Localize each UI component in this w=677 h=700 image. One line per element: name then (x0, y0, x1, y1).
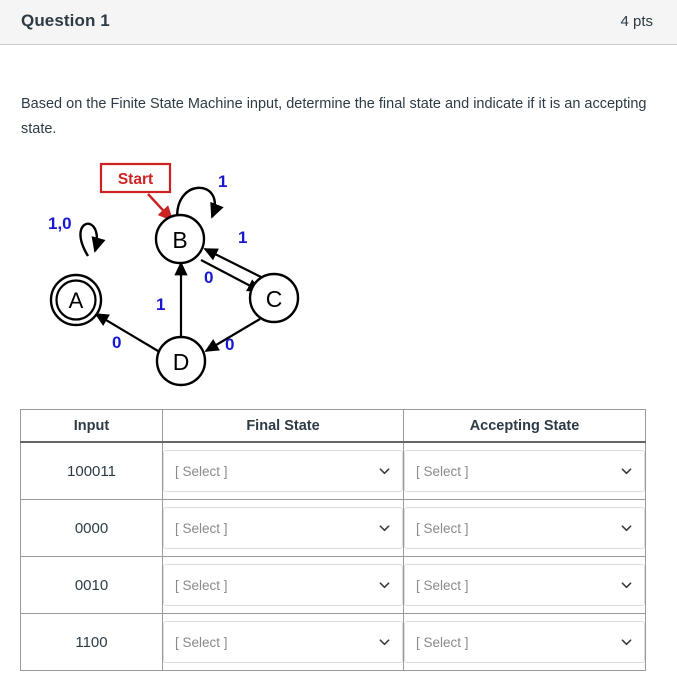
accepting-state-cell: [ Select ] (403, 499, 646, 557)
column-header-final-state: Final State (162, 409, 404, 443)
state-label-c: C (266, 286, 283, 312)
final-state-select-label: [ Select ] (175, 577, 228, 593)
transition-c-to-b: 1 (203, 228, 266, 280)
accepting-state-select-label: [ Select ] (416, 577, 469, 593)
transition-c-to-d: 0 (204, 318, 261, 354)
accepting-state-cell: [ Select ] (403, 556, 646, 614)
accepting-state-select-label: [ Select ] (416, 463, 469, 479)
fsm-diagram: Start 1 1,0 0 1 1 0 0 A B C D (20, 155, 330, 400)
accepting-state-select[interactable]: [ Select ] (404, 507, 645, 549)
table-header-row: Input Final State Accepting State (20, 409, 646, 443)
state-node-b: B (154, 213, 206, 265)
transition-label-b-self: 1 (218, 172, 227, 191)
start-marker: Start (99, 162, 174, 222)
final-state-cell: [ Select ] (162, 613, 404, 671)
transition-label-b-to-c: 0 (204, 268, 213, 287)
transition-label-c-to-b: 1 (238, 228, 247, 247)
state-node-a: A (49, 273, 103, 327)
final-state-select[interactable]: [ Select ] (163, 564, 403, 606)
final-state-cell: [ Select ] (162, 556, 404, 614)
final-state-cell: [ Select ] (162, 499, 404, 557)
state-label-a: A (69, 288, 84, 313)
table-row: 0010 [ Select ] [ Select ] (20, 556, 646, 614)
input-value: 0000 (20, 499, 163, 557)
column-header-accepting-state: Accepting State (403, 409, 646, 443)
final-state-cell: [ Select ] (162, 441, 404, 500)
table-row: 1100 [ Select ] [ Select ] (20, 613, 646, 671)
final-state-select[interactable]: [ Select ] (163, 507, 403, 549)
question-points: 4 pts (620, 13, 653, 30)
question-title: Question 1 (21, 11, 110, 30)
table-row: 0000 [ Select ] [ Select ] (20, 499, 646, 557)
chevron-down-icon (621, 580, 632, 591)
final-state-select-label: [ Select ] (175, 463, 228, 479)
input-value: 100011 (20, 441, 163, 500)
transition-d-to-a: 0 (94, 313, 159, 352)
chevron-down-icon (621, 466, 632, 477)
transition-a-self: 1,0 (48, 214, 106, 257)
question-prompt: Based on the Finite State Machine input,… (21, 96, 647, 137)
transition-label-d-to-a: 0 (112, 333, 121, 352)
table-row: 100011 [ Select ] [ Select ] (20, 441, 646, 500)
accepting-state-select-label: [ Select ] (416, 520, 469, 536)
state-node-d: D (155, 335, 207, 387)
final-state-select[interactable]: [ Select ] (163, 621, 403, 663)
chevron-down-icon (379, 466, 390, 477)
final-state-select-label: [ Select ] (175, 520, 228, 536)
input-value: 1100 (20, 613, 163, 671)
chevron-down-icon (379, 580, 390, 591)
chevron-down-icon (379, 637, 390, 648)
accepting-state-select[interactable]: [ Select ] (404, 450, 645, 492)
accepting-state-cell: [ Select ] (403, 441, 646, 500)
accepting-state-select[interactable]: [ Select ] (404, 621, 645, 663)
chevron-down-icon (379, 523, 390, 534)
state-label-b: B (172, 227, 187, 253)
accepting-state-select[interactable]: [ Select ] (404, 564, 645, 606)
state-node-c: C (248, 272, 300, 324)
answer-table-wrapper: Input Final State Accepting State 100011… (20, 409, 646, 671)
accepting-state-cell: [ Select ] (403, 613, 646, 671)
transition-b-to-c: 0 (200, 259, 262, 292)
chevron-down-icon (621, 637, 632, 648)
start-label: Start (118, 171, 153, 188)
chevron-down-icon (621, 523, 632, 534)
transition-label-c-to-d: 0 (225, 335, 234, 354)
input-value: 0010 (20, 556, 163, 614)
state-label-d: D (173, 349, 190, 375)
answer-table: Input Final State Accepting State 100011… (20, 409, 646, 671)
transition-label-d-to-b: 1 (156, 295, 165, 314)
transition-label-a-self: 1,0 (48, 214, 72, 233)
transition-d-to-b: 1 (156, 261, 188, 340)
accepting-state-select-label: [ Select ] (416, 634, 469, 650)
final-state-select[interactable]: [ Select ] (163, 450, 403, 492)
table-body: 100011 [ Select ] [ Select ] 0000 [Sele… (20, 441, 646, 671)
question-header-bar: Question 1 4 pts (0, 0, 677, 45)
final-state-select-label: [ Select ] (175, 634, 228, 650)
column-header-input: Input (20, 409, 163, 443)
